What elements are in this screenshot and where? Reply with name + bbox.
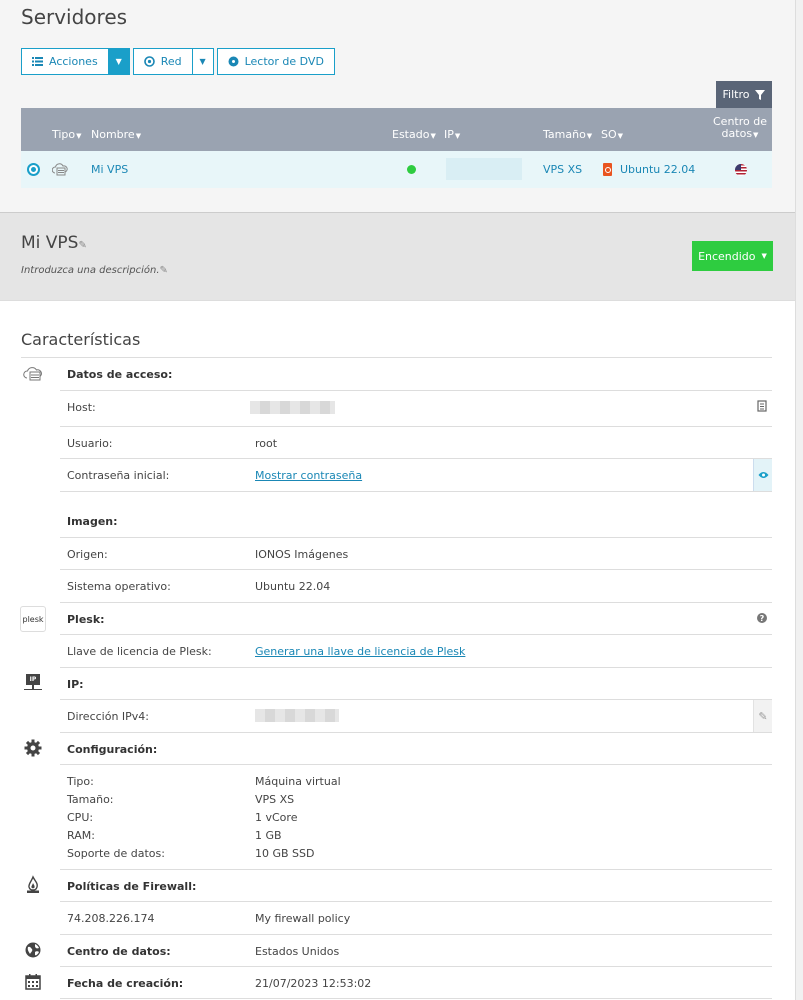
cloud-server-icon [23,367,42,381]
actions-label: Acciones [49,55,98,68]
image-heading: Imagen: [67,515,118,528]
plesk-license-label: Llave de licencia de Plesk: [67,645,212,658]
config-value: Máquina virtual [255,775,341,788]
network-icon [143,56,155,67]
ip-address-redacted [446,158,522,180]
pencil-icon: ✎ [758,709,768,723]
server-title: Mi VPS✎ [21,233,87,253]
config-value: 1 GB [255,829,282,842]
access-data-heading: Datos de acceso: [67,368,173,381]
server-size-link[interactable]: VPS XS [543,163,582,176]
filter-button[interactable]: Filtro [716,81,772,108]
actions-dropdown-button[interactable]: ▼ [107,48,130,75]
firewall-heading: Políticas de Firewall: [67,880,197,893]
os-value: Ubuntu 22.04 [255,580,331,593]
page-title: Servidores [21,5,128,29]
firewall-ip: 74.208.226.174 [67,912,155,925]
config-label: Soporte de datos: [67,847,165,860]
reveal-password-button[interactable] [753,459,772,491]
pencil-icon[interactable]: ✎ [78,240,86,251]
column-header-os[interactable]: SO▼ [601,128,623,141]
actions-button[interactable]: Acciones [21,48,109,75]
show-password-link[interactable]: Mostrar contraseña [255,469,362,482]
host-label: Host: [67,401,96,414]
firewall-policy: My firewall policy [255,912,351,925]
cloud-server-icon [52,163,68,176]
gear-icon [24,739,42,757]
status-indicator [407,165,416,174]
list-icon [32,57,43,66]
globe-icon [25,942,41,958]
created-value: 21/07/2023 12:53:02 [255,977,372,990]
column-header-size[interactable]: Tamaño▼ [543,128,592,141]
column-header-type[interactable]: Tipo▼ [52,128,82,141]
firewall-icon [27,875,39,893]
dvd-reader-label: Lector de DVD [244,55,324,68]
column-header-status[interactable]: Estado▼ [392,128,436,141]
configuration-heading: Configuración: [67,743,158,756]
ubuntu-icon [603,163,612,176]
dvd-reader-button[interactable]: Lector de DVD [216,48,335,75]
generate-plesk-license-link[interactable]: Generar una llave de licencia de Plesk [255,645,465,658]
created-label: Fecha de creación: [67,977,184,990]
servers-table-header: Tipo▼ Nombre▼ Estado▼ IP▼ Tamaño▼ SO▼ Ce… [21,108,772,151]
datacenter-value: Estados Unidos [255,945,340,958]
server-detail-header: Mi VPS✎ Introduzca una descripción.✎ Enc… [0,212,795,301]
copy-icon[interactable] [755,398,769,414]
disc-icon [228,56,239,67]
toolbar: Acciones ▼ Red ▼ Lector de DVD [21,48,335,75]
edit-ip-button[interactable]: ✎ [753,700,772,732]
password-label: Contraseña inicial: [67,469,170,482]
eye-icon [758,472,768,478]
network-button[interactable]: Red [132,48,193,75]
ipv4-label: Dirección IPv4: [67,710,150,723]
column-header-datacenter[interactable]: Centro de datos▼ [711,116,769,141]
server-description[interactable]: Introduzca una descripción.✎ [21,265,168,276]
config-label: Tipo: [67,775,94,788]
plesk-logo: plesk [20,606,46,632]
scrollbar[interactable] [795,0,803,1000]
config-value: 10 GB SSD [255,847,315,860]
ip-icon: IP [26,674,40,685]
config-label: CPU: [67,811,94,824]
caret-down-icon: ▼ [761,252,767,260]
table-row[interactable]: Mi VPS VPS XS Ubuntu 22.04 [21,151,772,188]
server-name-link[interactable]: Mi VPS [91,163,128,176]
user-value: root [255,437,278,450]
network-dropdown-button[interactable]: ▼ [191,48,214,75]
column-header-ip[interactable]: IP▼ [444,128,460,141]
config-label: RAM: [67,829,95,842]
section-title: Características [21,330,141,349]
origin-value: IONOS Imágenes [255,548,349,561]
calendar-icon [25,974,41,990]
pencil-icon[interactable]: ✎ [160,265,168,276]
column-header-name[interactable]: Nombre▼ [91,128,141,141]
os-label: Sistema operativo: [67,580,171,593]
ip-heading: IP: [67,678,84,691]
filter-label: Filtro [722,88,750,101]
servers-list-panel: Servidores Acciones ▼ Red ▼ Lector de DV… [0,0,795,212]
ipv4-redacted [255,709,339,722]
user-label: Usuario: [67,437,113,450]
caret-down-icon: ▼ [115,57,122,66]
server-os-link[interactable]: Ubuntu 22.04 [620,163,695,176]
datacenter-label: Centro de datos: [67,945,171,958]
caret-down-icon: ▼ [199,57,206,66]
help-icon[interactable]: ? [757,613,767,623]
config-value: VPS XS [255,793,295,806]
power-state-button[interactable]: Encendido ▼ [692,241,773,271]
plesk-heading: Plesk: [67,613,105,626]
us-flag-icon [735,164,747,176]
network-label: Red [160,55,182,68]
config-value: 1 vCore [255,811,298,824]
origin-label: Origen: [67,548,108,561]
row-select-radio[interactable] [27,163,40,176]
funnel-icon [755,89,766,100]
config-label: Tamaño: [67,793,114,806]
host-redacted [250,401,335,414]
